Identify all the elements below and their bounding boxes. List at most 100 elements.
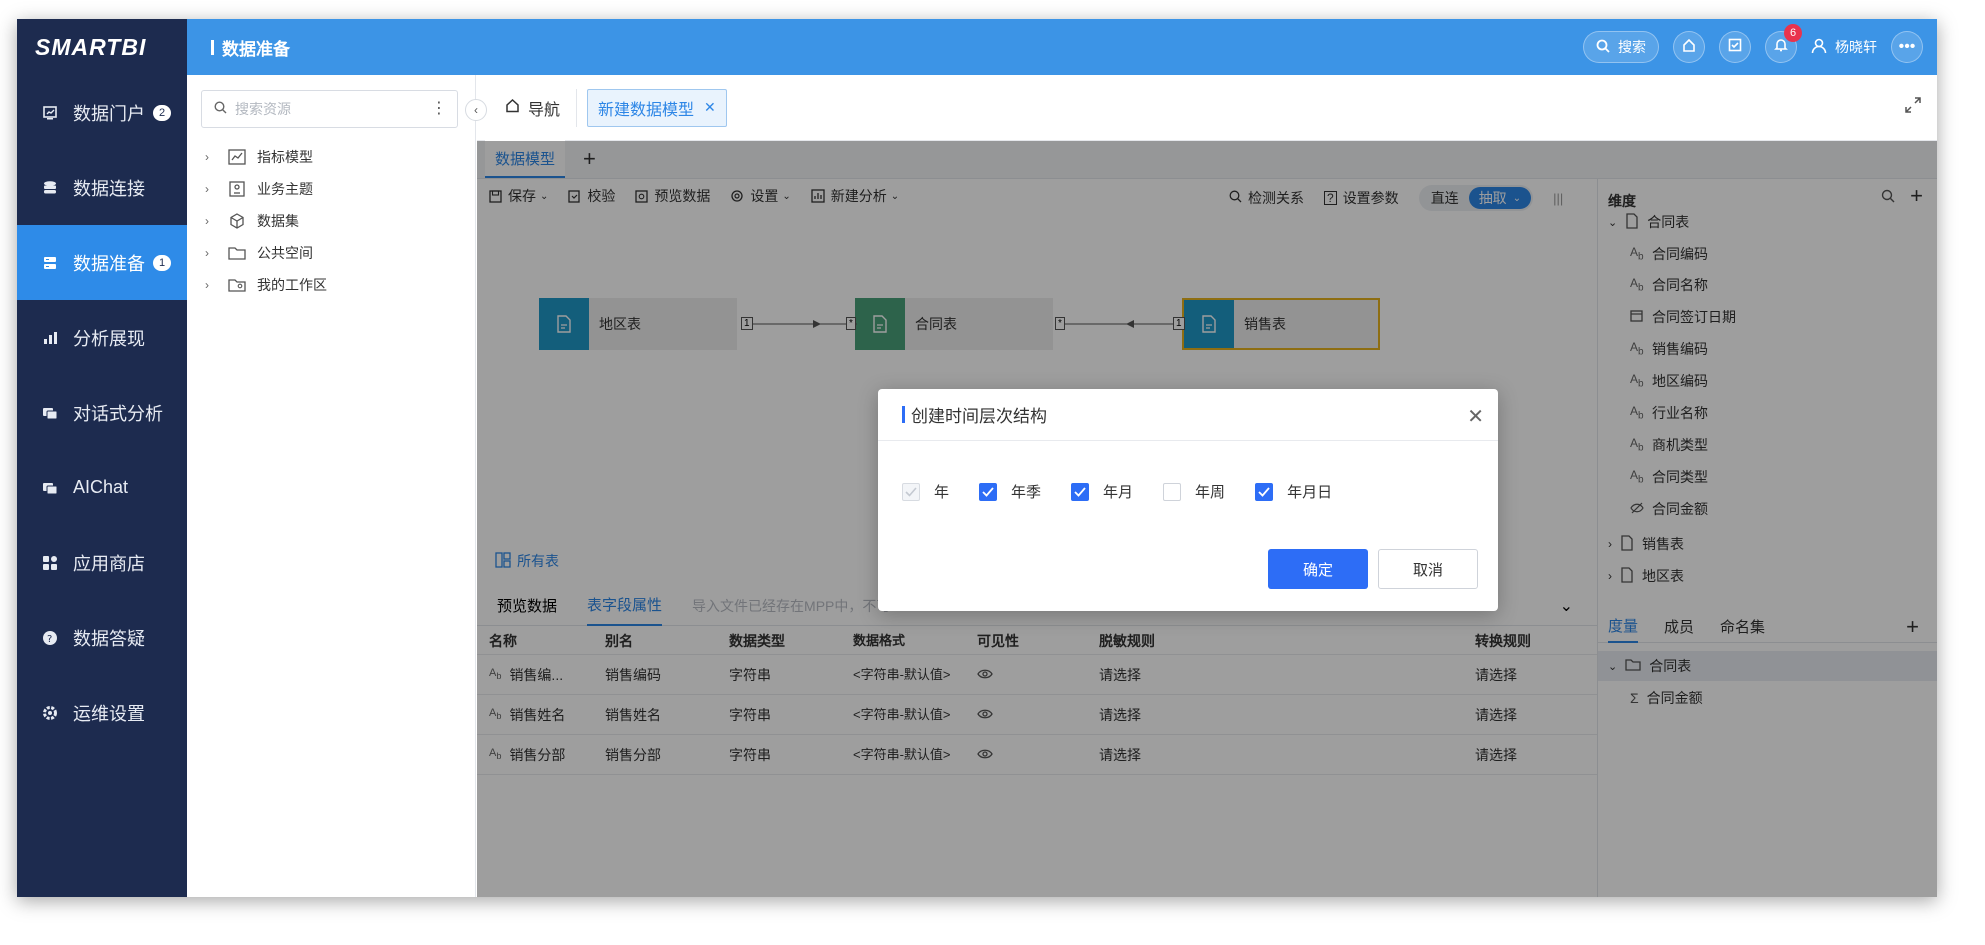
nav-label: 运维设置 bbox=[73, 703, 145, 724]
home-button[interactable] bbox=[1673, 31, 1705, 63]
portal-icon bbox=[41, 104, 59, 122]
tree-item-dataset[interactable]: › 数据集 bbox=[205, 206, 299, 236]
option-label: 年月日 bbox=[1287, 484, 1333, 501]
tab-new-data-model[interactable]: 新建数据模型 ✕ bbox=[587, 88, 727, 127]
bar-chart-icon bbox=[41, 329, 59, 347]
option-year-month[interactable]: 年月 bbox=[1071, 481, 1133, 502]
more-icon: ••• bbox=[1898, 38, 1916, 55]
resource-panel: 搜索资源 ⋮ › 指标模型 › 业务主题 › 数据集 › 公共空间 › 我的工作区 bbox=[187, 75, 476, 897]
business-theme-icon bbox=[227, 180, 247, 198]
option-label: 年月 bbox=[1103, 484, 1134, 501]
nav-badge: 2 bbox=[153, 104, 172, 121]
checkbox-disabled bbox=[902, 482, 920, 501]
nav-item-data-connection[interactable]: 数据连接 bbox=[17, 150, 187, 225]
checkbox-checked[interactable] bbox=[1255, 482, 1274, 501]
fullscreen-icon[interactable] bbox=[1905, 97, 1921, 118]
close-icon[interactable]: ✕ bbox=[1467, 404, 1484, 429]
confirm-button[interactable]: 确定 bbox=[1268, 549, 1368, 589]
nav-label: 数据答疑 bbox=[73, 628, 145, 649]
svg-text:?: ? bbox=[47, 634, 52, 645]
user-icon bbox=[1811, 38, 1827, 57]
folder-icon bbox=[227, 244, 247, 262]
option-year-week[interactable]: 年周 bbox=[1163, 481, 1225, 502]
nav-label: 数据准备 bbox=[73, 253, 145, 274]
checkbox-checked[interactable] bbox=[1071, 482, 1090, 501]
option-label: 年季 bbox=[1011, 484, 1042, 501]
top-bar: 数据准备 搜索 6 杨晓轩 ••• bbox=[187, 19, 1937, 75]
home-icon bbox=[1682, 38, 1696, 57]
more-button[interactable]: ••• bbox=[1891, 31, 1923, 63]
tree-item-business-theme[interactable]: › 业务主题 bbox=[205, 174, 313, 204]
nav-item-chat-analysis[interactable]: 对话式分析 bbox=[17, 375, 187, 450]
user-name: 杨晓轩 bbox=[1835, 39, 1877, 55]
chevron-left-icon: ‹ bbox=[474, 103, 478, 117]
left-navigation: SMARTBI 数据门户 2 数据连接 数据准备 1 分析展现 对话式分析 AI… bbox=[17, 19, 187, 897]
tree-label: 我的工作区 bbox=[257, 277, 327, 293]
nav-label: 分析展现 bbox=[73, 328, 145, 349]
tree-item-public-space[interactable]: › 公共空间 bbox=[205, 238, 313, 268]
checklist-icon bbox=[1728, 38, 1742, 57]
search-icon bbox=[214, 101, 227, 117]
option-label: 年周 bbox=[1195, 484, 1226, 501]
hierarchy-options: 年 年季 年月 年周 年月日 bbox=[902, 481, 1362, 502]
database-icon bbox=[41, 179, 59, 197]
chevron-right-icon: › bbox=[205, 278, 209, 292]
notification-badge: 6 bbox=[1784, 24, 1802, 42]
help-icon: ? bbox=[41, 629, 59, 647]
search-icon bbox=[1596, 39, 1610, 56]
search-label: 搜索 bbox=[1618, 39, 1646, 55]
nav-item-data-portal[interactable]: 数据门户 2 bbox=[17, 75, 187, 150]
search-placeholder: 搜索资源 bbox=[235, 101, 291, 117]
nav-item-aichat[interactable]: AIChat bbox=[17, 450, 187, 525]
chevron-right-icon: › bbox=[205, 150, 209, 164]
tree-label: 数据集 bbox=[257, 213, 299, 229]
tab-label: 新建数据模型 bbox=[598, 101, 695, 119]
bell-icon bbox=[1774, 38, 1788, 57]
tree-item-metric-model[interactable]: › 指标模型 bbox=[205, 142, 313, 172]
tab-label: 导航 bbox=[528, 101, 561, 119]
tree-label: 指标模型 bbox=[257, 149, 313, 165]
settings-icon bbox=[41, 704, 59, 722]
checkbox-unchecked[interactable] bbox=[1163, 482, 1182, 501]
tab-navigation[interactable]: 导航 bbox=[505, 88, 578, 127]
kebab-icon[interactable]: ⋮ bbox=[431, 101, 447, 117]
nav-item-app-store[interactable]: 应用商店 bbox=[17, 525, 187, 600]
option-year-quarter[interactable]: 年季 bbox=[979, 481, 1041, 502]
collapse-panel-button[interactable]: ‹ bbox=[465, 99, 487, 121]
logo: SMARTBI bbox=[35, 33, 147, 60]
nav-label: AIChat bbox=[73, 477, 129, 497]
resource-search-input[interactable]: 搜索资源 ⋮ bbox=[201, 90, 458, 128]
nav-label: 对话式分析 bbox=[73, 403, 163, 424]
nav-item-ops-settings[interactable]: 运维设置 bbox=[17, 675, 187, 750]
chevron-right-icon: › bbox=[205, 214, 209, 228]
tree-label: 公共空间 bbox=[257, 245, 313, 261]
option-label: 年 bbox=[934, 484, 950, 501]
home-icon bbox=[505, 98, 520, 118]
chevron-right-icon: › bbox=[205, 182, 209, 196]
tasks-button[interactable] bbox=[1719, 31, 1751, 63]
global-search-button[interactable]: 搜索 bbox=[1583, 31, 1659, 63]
checkbox-checked[interactable] bbox=[979, 482, 998, 501]
tree-label: 业务主题 bbox=[257, 181, 313, 197]
metric-model-icon bbox=[227, 148, 247, 166]
close-icon[interactable]: ✕ bbox=[704, 99, 716, 116]
cube-icon bbox=[227, 212, 247, 230]
data-prep-icon bbox=[41, 254, 59, 272]
module-title: 数据准备 bbox=[211, 35, 290, 60]
option-year: 年 bbox=[902, 481, 949, 502]
ai-chat-icon bbox=[41, 479, 59, 497]
chevron-right-icon: › bbox=[205, 246, 209, 260]
option-year-month-day[interactable]: 年月日 bbox=[1255, 481, 1332, 502]
app-store-icon bbox=[41, 554, 59, 572]
nav-badge: 1 bbox=[153, 254, 172, 271]
tree-item-my-workspace[interactable]: › 我的工作区 bbox=[205, 270, 327, 300]
user-folder-icon bbox=[227, 276, 247, 294]
cancel-button[interactable]: 取消 bbox=[1378, 549, 1478, 589]
notifications-button[interactable]: 6 bbox=[1765, 24, 1802, 63]
user-menu[interactable]: 杨晓轩 bbox=[1811, 37, 1877, 57]
nav-item-analysis[interactable]: 分析展现 bbox=[17, 300, 187, 375]
nav-label: 数据门户 bbox=[73, 103, 145, 124]
nav-item-help[interactable]: ? 数据答疑 bbox=[17, 600, 187, 675]
nav-item-data-prep[interactable]: 数据准备 1 bbox=[17, 225, 187, 300]
nav-label: 数据连接 bbox=[73, 178, 145, 199]
